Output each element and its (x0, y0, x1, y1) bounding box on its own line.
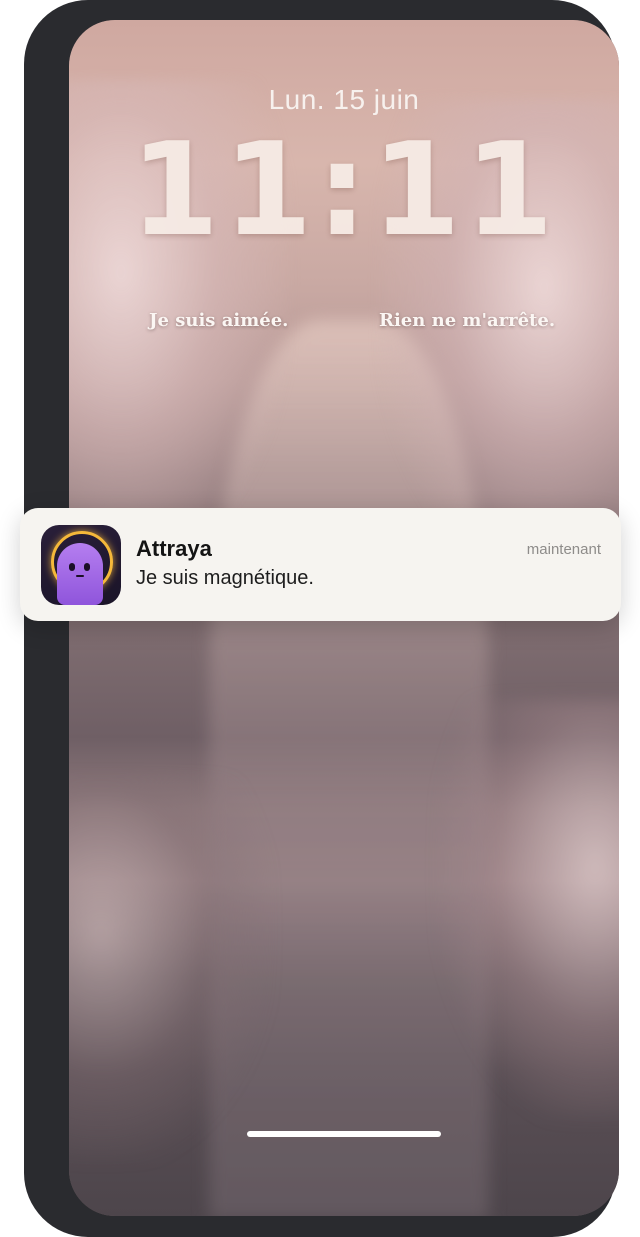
affirmation-widget-right[interactable]: Rien ne m'arrête. (379, 310, 555, 331)
wallpaper-blossoms-right-low (439, 700, 619, 1120)
attraya-app-icon (41, 525, 121, 605)
lock-date: Lun. 15 juin (268, 84, 420, 115)
lock-clock: 11:11 (130, 116, 558, 265)
creature-eye-left (69, 563, 75, 571)
affirmation-widget-left[interactable]: Je suis aimée. (149, 310, 288, 331)
notification-time: maintenant (526, 541, 601, 558)
purple-creature-icon (57, 543, 103, 605)
notification-message: Je suis magnétique. (136, 567, 314, 589)
creature-eye-right (84, 563, 90, 571)
notification-app-name: Attraya (136, 536, 212, 561)
wallpaper-blossoms-left-low (69, 780, 269, 1160)
notification-banner[interactable]: Attraya maintenant Je suis magnétique. (20, 508, 621, 621)
creature-mouth (76, 575, 84, 577)
home-indicator[interactable] (247, 1131, 441, 1137)
